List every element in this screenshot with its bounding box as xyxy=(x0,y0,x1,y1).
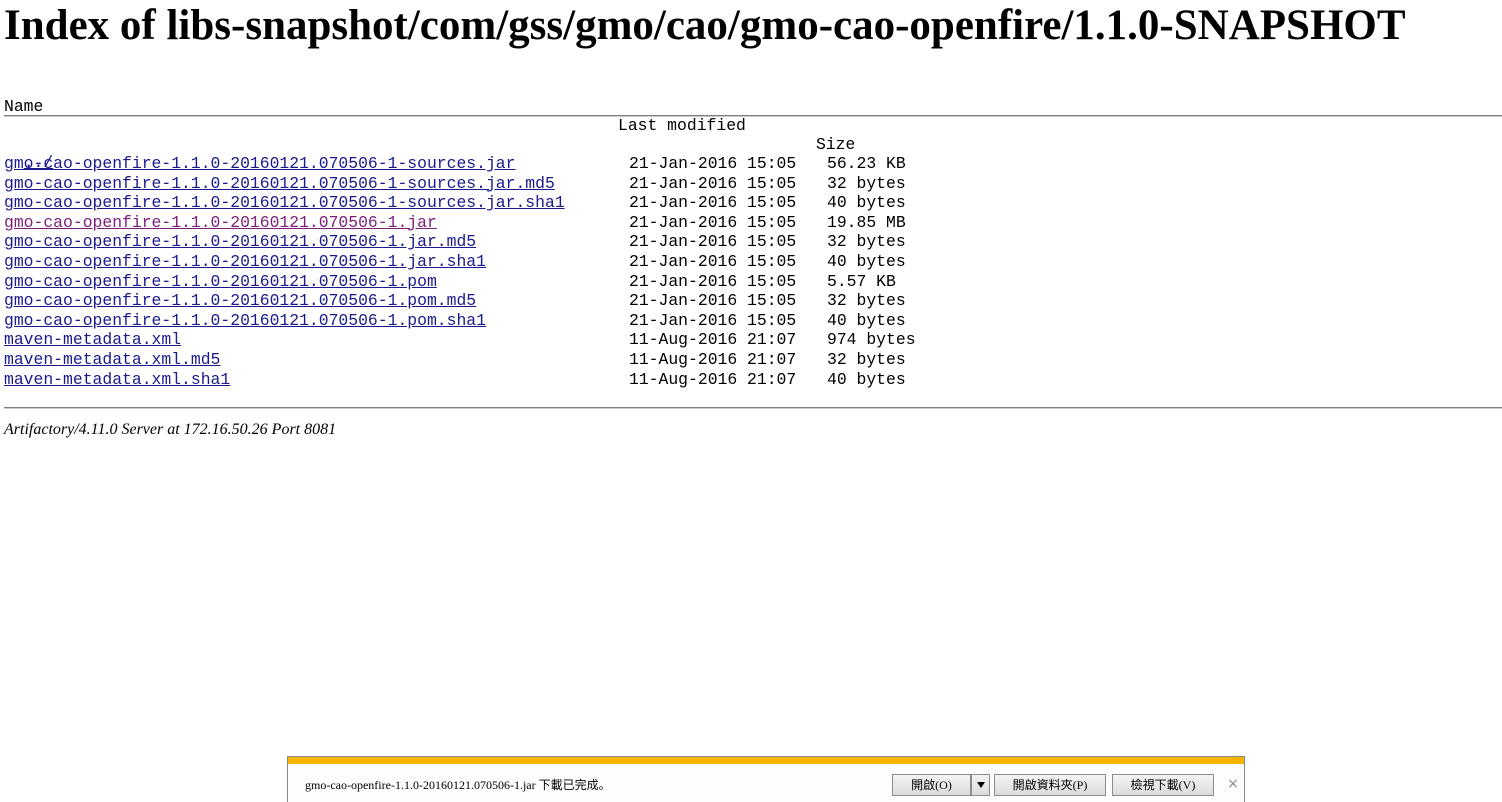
file-size: 56.23 KB xyxy=(827,154,906,173)
file-name-cell: gmo-cao-openfire-1.1.0-20160121.070506-1… xyxy=(4,311,486,330)
file-listing: gmo-cao-openfire-1.1.0-20160121.070506-1… xyxy=(0,154,1000,389)
file-row: maven-metadata.xml.sha1 11-Aug-2016 21:07… xyxy=(0,370,1000,390)
file-link[interactable]: gmo-cao-openfire-1.1.0-20160121.070506-1… xyxy=(4,291,476,310)
file-name-cell: gmo-cao-openfire-1.1.0-20160121.070506-1… xyxy=(4,232,476,251)
column-header-row: Name Last modified Size xyxy=(0,78,1502,154)
column-header-last-modified: Last modified xyxy=(618,116,746,135)
file-last-modified: 21-Jan-2016 15:05 xyxy=(629,310,797,330)
file-row: gmo-cao-openfire-1.1.0-20160121.070506-1… xyxy=(0,272,1000,292)
file-size: 32 bytes xyxy=(827,349,906,369)
file-size: 5.57 KB xyxy=(827,271,896,291)
file-size: 974 bytes xyxy=(827,330,916,350)
file-row: gmo-cao-openfire-1.1.0-20160121.070506-1… xyxy=(0,174,1000,194)
file-link[interactable]: maven-metadata.xml.sha1 xyxy=(4,370,230,389)
file-last-modified: 11-Aug-2016 21:07 xyxy=(629,330,797,350)
file-size: 32 bytes xyxy=(827,232,906,252)
chevron-down-icon xyxy=(976,782,985,789)
file-link[interactable]: gmo-cao-openfire-1.1.0-20160121.070506-1… xyxy=(4,252,486,271)
page-title: Index of libs-snapshot/com/gss/gmo/cao/g… xyxy=(4,2,1406,49)
file-link[interactable]: gmo-cao-openfire-1.1.0-20160121.070506-1… xyxy=(4,311,486,330)
file-size: 19.85 MB xyxy=(827,212,906,232)
file-row: gmo-cao-openfire-1.1.0-20160121.070506-1… xyxy=(0,311,1000,331)
file-row: gmo-cao-openfire-1.1.0-20160121.070506-1… xyxy=(0,232,1000,252)
parent-directory-row: ../ xyxy=(4,134,54,172)
file-link[interactable]: gmo-cao-openfire-1.1.0-20160121.070506-1… xyxy=(4,193,565,212)
file-row: gmo-cao-openfire-1.1.0-20160121.070506-1… xyxy=(0,213,1000,233)
file-row: maven-metadata.xml 11-Aug-2016 21:07 974 b… xyxy=(0,330,1000,350)
file-name-cell: gmo-cao-openfire-1.1.0-20160121.070506-1… xyxy=(4,272,437,291)
close-icon[interactable]: × xyxy=(1226,776,1240,792)
file-last-modified: 21-Jan-2016 15:05 xyxy=(629,154,797,173)
download-notification-bar: gmo-cao-openfire-1.1.0-20160121.070506-1… xyxy=(287,756,1245,802)
file-last-modified: 21-Jan-2016 15:05 xyxy=(629,193,797,213)
file-row: maven-metadata.xml.md5 11-Aug-2016 21:07 3… xyxy=(0,350,1000,370)
file-name-cell: gmo-cao-openfire-1.1.0-20160121.070506-1… xyxy=(4,193,565,212)
file-last-modified: 21-Jan-2016 15:05 xyxy=(629,251,797,271)
file-last-modified: 21-Jan-2016 15:05 xyxy=(629,212,797,232)
file-size: 32 bytes xyxy=(827,173,906,193)
file-name-cell: gmo-cao-openfire-1.1.0-20160121.070506-1… xyxy=(4,213,437,232)
file-link[interactable]: gmo-cao-openfire-1.1.0-20160121.070506-1… xyxy=(4,174,555,193)
file-name-cell: gmo-cao-openfire-1.1.0-20160121.070506-1… xyxy=(4,174,555,193)
file-name-cell: maven-metadata.xml.sha1 xyxy=(4,370,230,389)
download-complete-message: gmo-cao-openfire-1.1.0-20160121.070506-1… xyxy=(305,778,611,792)
file-row: gmo-cao-openfire-1.1.0-20160121.070506-1… xyxy=(0,193,1000,213)
file-size: 32 bytes xyxy=(827,291,906,311)
column-header-size: Size xyxy=(816,135,856,154)
file-last-modified: 11-Aug-2016 21:07 xyxy=(629,369,797,389)
file-last-modified: 21-Jan-2016 15:05 xyxy=(629,173,797,193)
file-link[interactable]: maven-metadata.xml.md5 xyxy=(4,350,220,369)
file-link[interactable]: maven-metadata.xml xyxy=(4,330,181,349)
server-signature: Artifactory/4.11.0 Server at 172.16.50.2… xyxy=(4,421,337,438)
file-link[interactable]: gmo-cao-openfire-1.1.0-20160121.070506-1… xyxy=(4,213,437,232)
open-options-dropdown-button[interactable] xyxy=(971,774,990,796)
file-link[interactable]: gmo-cao-openfire-1.1.0-20160121.070506-1… xyxy=(4,154,515,173)
download-bar-accent xyxy=(288,757,1244,764)
open-folder-button[interactable]: 開啟資料夾(P) xyxy=(994,774,1106,796)
view-downloads-button[interactable]: 檢視下載(V) xyxy=(1112,774,1214,796)
file-name-cell: gmo-cao-openfire-1.1.0-20160121.070506-1… xyxy=(4,291,476,310)
file-last-modified: 21-Jan-2016 15:05 xyxy=(629,232,797,252)
header-divider xyxy=(4,115,1502,117)
file-size: 40 bytes xyxy=(827,310,906,330)
file-row: gmo-cao-openfire-1.1.0-20160121.070506-1… xyxy=(0,154,1000,174)
file-name-cell: gmo-cao-openfire-1.1.0-20160121.070506-1… xyxy=(4,252,486,271)
file-link[interactable]: gmo-cao-openfire-1.1.0-20160121.070506-1… xyxy=(4,272,437,291)
file-row: gmo-cao-openfire-1.1.0-20160121.070506-1… xyxy=(0,291,1000,311)
file-name-cell: maven-metadata.xml.md5 xyxy=(4,350,220,369)
file-size: 40 bytes xyxy=(827,369,906,389)
footer-divider xyxy=(4,407,1502,409)
file-name-cell: gmo-cao-openfire-1.1.0-20160121.070506-1… xyxy=(4,154,515,173)
file-link[interactable]: gmo-cao-openfire-1.1.0-20160121.070506-1… xyxy=(4,232,476,251)
file-last-modified: 11-Aug-2016 21:07 xyxy=(629,349,797,369)
file-last-modified: 21-Jan-2016 15:05 xyxy=(629,291,797,311)
file-name-cell: maven-metadata.xml xyxy=(4,330,181,349)
column-header-name: Name xyxy=(4,97,44,116)
file-row: gmo-cao-openfire-1.1.0-20160121.070506-1… xyxy=(0,252,1000,272)
file-size: 40 bytes xyxy=(827,193,906,213)
file-size: 40 bytes xyxy=(827,251,906,271)
file-last-modified: 21-Jan-2016 15:05 xyxy=(629,271,797,291)
open-file-button[interactable]: 開啟(O) xyxy=(892,774,971,796)
